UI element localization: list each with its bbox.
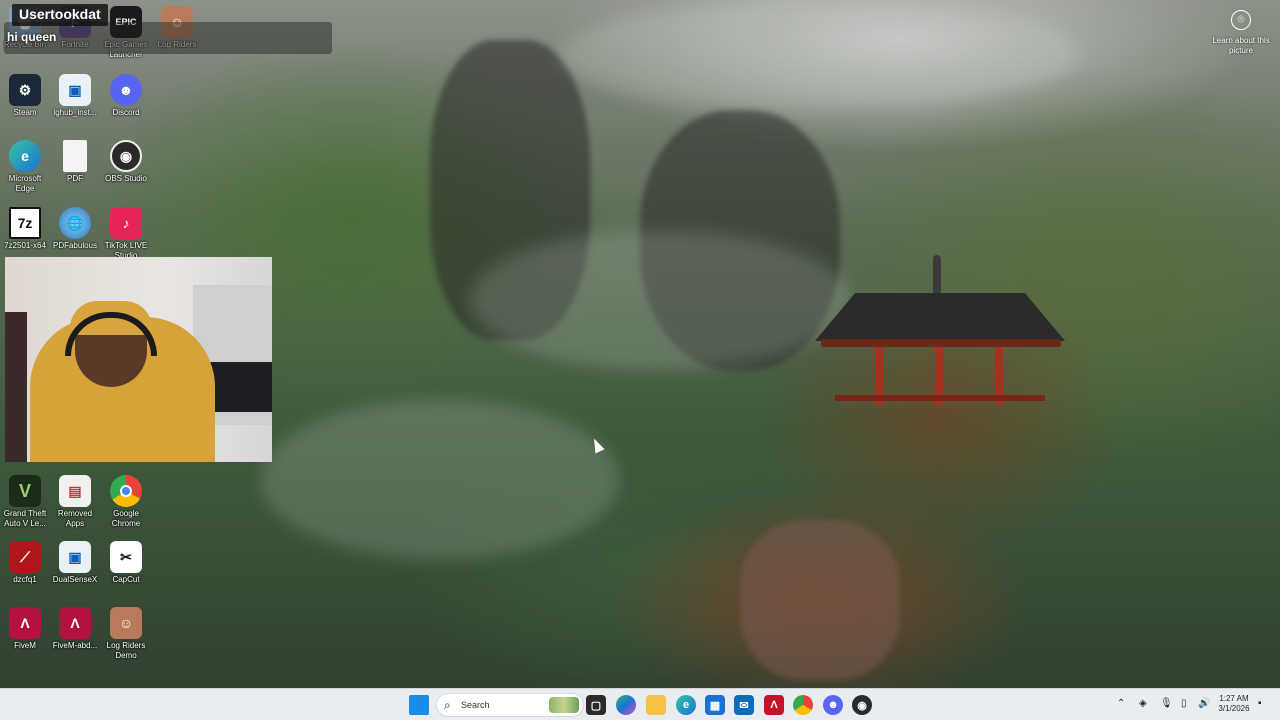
- desktop-icon-fivem-abd[interactable]: Λ FiveM-abd...: [50, 607, 100, 651]
- network-icon[interactable]: ◈: [1139, 698, 1147, 709]
- store-icon[interactable]: ▦: [705, 695, 725, 715]
- taskbar: ⌕ Search ▢ e ▦ ✉ Λ ☻ ◉ ⌃ ◈ 🎙 ▯ 🔊 1:27 AM…: [0, 688, 1280, 720]
- search-highlight-image: [549, 697, 579, 713]
- dualsensex-icon: ▣: [59, 541, 91, 573]
- desktop-icon-obs[interactable]: ◉ OBS Studio: [101, 140, 151, 184]
- desktop-icon-log-riders-demo[interactable]: ☺ Log Riders Demo: [101, 607, 151, 661]
- desktop-icon-fivem[interactable]: Λ FiveM: [0, 607, 50, 651]
- discord-icon[interactable]: ☻: [823, 695, 843, 715]
- camera-icon: ⌾: [1231, 10, 1251, 30]
- copilot-icon[interactable]: [616, 695, 636, 715]
- wallpaper-mist: [560, 0, 1080, 110]
- notification-icon[interactable]: ▪: [1258, 698, 1262, 709]
- edge-icon[interactable]: e: [676, 695, 696, 715]
- desktop-icon-capcut[interactable]: ✂ CapCut: [101, 541, 151, 585]
- desktop-icon-discord[interactable]: ☻ Discord: [101, 74, 151, 118]
- outlook-icon[interactable]: ✉: [734, 695, 754, 715]
- gta-icon: V: [9, 475, 41, 507]
- fivem-icon: Λ: [59, 607, 91, 639]
- wallpaper-mist: [260, 400, 620, 560]
- microphone-icon[interactable]: 🎙: [1160, 698, 1173, 709]
- desktop-icon-steam[interactable]: ⚙ Steam: [0, 74, 50, 118]
- tiktok-icon: ♪: [110, 207, 142, 239]
- desktop-icon-lghub[interactable]: ▣ lghub_inst...: [50, 74, 100, 118]
- webcam-feed: [5, 257, 272, 462]
- wallpaper-mist: [470, 230, 850, 370]
- chat-message: hi queen: [7, 30, 57, 44]
- steam-icon: ⚙: [9, 74, 41, 106]
- start-icon[interactable]: [409, 695, 429, 715]
- edge-icon: e: [9, 140, 41, 172]
- chat-username: Usertookdat: [12, 4, 108, 26]
- learn-about-picture[interactable]: ⌾ Learn about this picture: [1212, 10, 1270, 56]
- taskbar-search[interactable]: ⌕ Search: [436, 693, 584, 717]
- search-icon: ⌕: [444, 698, 451, 712]
- obs-icon[interactable]: ◉: [852, 695, 872, 715]
- desktop-icon-removed-apps[interactable]: ▤ Removed Apps: [50, 475, 100, 529]
- desktop-icon-chrome[interactable]: Google Chrome: [101, 475, 151, 529]
- fivem-icon: Λ: [9, 607, 41, 639]
- task-view-icon[interactable]: ▢: [586, 695, 606, 715]
- 7zip-icon: 7z: [9, 207, 41, 239]
- pdf-file-icon: [63, 140, 87, 172]
- desktop-icon-dzcfq1[interactable]: ⟋ dzcfq1: [0, 541, 50, 585]
- desktop-icon-edge[interactable]: e Microsoft Edge: [0, 140, 50, 194]
- log-riders-icon: ☺: [110, 607, 142, 639]
- chrome-icon[interactable]: [793, 695, 813, 715]
- desktop-icon-tiktok[interactable]: ♪ TikTok LIVE Studio: [101, 207, 151, 261]
- acrobat-icon[interactable]: Λ: [764, 695, 784, 715]
- taskbar-clock[interactable]: 1:27 AM 3/1/2026: [1214, 694, 1254, 714]
- desktop-icon-7zip[interactable]: 7z 7z2501-x64: [0, 207, 50, 251]
- discord-icon: ☻: [110, 74, 142, 106]
- desktop-icon-dualsensex[interactable]: ▣ DualSenseX: [50, 541, 100, 585]
- pagoda-illustration: [815, 255, 1075, 445]
- wallpaper-cliff: [740, 520, 900, 680]
- obs-icon: ◉: [110, 140, 142, 172]
- dzcfq-icon: ⟋: [9, 541, 41, 573]
- folder-icon[interactable]: [646, 695, 666, 715]
- volume-icon[interactable]: 🔊: [1198, 698, 1210, 709]
- desktop-icon-pdfabulous[interactable]: 🌐 PDFabulous: [50, 207, 100, 251]
- globe-icon: 🌐: [59, 207, 91, 239]
- device-icon[interactable]: ▯: [1181, 698, 1187, 709]
- desktop-icon-pdf[interactable]: PDF: [50, 140, 100, 184]
- removed-apps-icon: ▤: [59, 475, 91, 507]
- desktop-icon-gta[interactable]: V Grand Theft Auto V Le...: [0, 475, 50, 529]
- capcut-icon: ✂: [110, 541, 142, 573]
- installer-icon: ▣: [59, 74, 91, 106]
- chevron-up-icon[interactable]: ⌃: [1117, 698, 1125, 709]
- chrome-icon: [110, 475, 142, 507]
